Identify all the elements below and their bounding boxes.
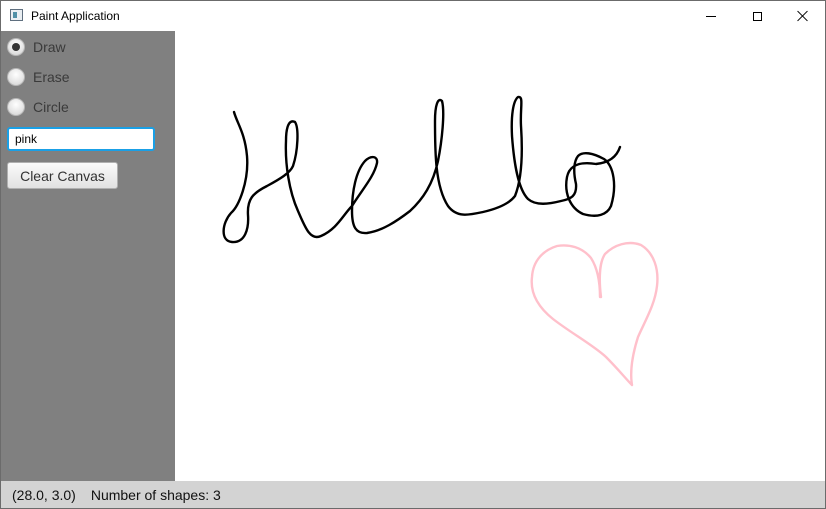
cursor-coordinates: (28.0, 3.0): [12, 486, 76, 503]
radio-label-circle[interactable]: Circle: [33, 99, 69, 115]
close-button[interactable]: [780, 1, 825, 31]
shape-count: Number of shapes: 3: [90, 486, 221, 503]
minimize-button[interactable]: [688, 1, 734, 31]
radio-label-erase[interactable]: Erase: [33, 69, 70, 85]
title-bar[interactable]: Paint Application: [1, 1, 825, 31]
window-title: Paint Application: [31, 9, 120, 23]
app-window: Paint Application Draw Erase Circle Clea…: [0, 0, 826, 509]
radio-erase[interactable]: Erase: [7, 67, 70, 87]
canvas-drawing: [222, 95, 659, 387]
minimize-icon: [706, 15, 716, 17]
heart-stroke: [530, 241, 659, 387]
radio-selected-dot: [12, 43, 20, 51]
radio-button-icon[interactable]: [7, 38, 25, 56]
radio-button-icon[interactable]: [7, 98, 25, 116]
app-icon: [10, 9, 23, 21]
hello-stroke: [222, 95, 622, 244]
close-icon: [797, 10, 809, 22]
radio-circle[interactable]: Circle: [7, 97, 69, 117]
status-bar: (28.0, 3.0) Number of shapes: 3: [1, 481, 825, 508]
clear-canvas-button[interactable]: Clear Canvas: [7, 162, 118, 189]
color-input[interactable]: [7, 127, 155, 151]
radio-draw[interactable]: Draw: [7, 37, 66, 57]
maximize-button[interactable]: [734, 1, 780, 31]
radio-label-draw[interactable]: Draw: [33, 39, 66, 55]
maximize-icon: [752, 11, 762, 21]
tool-sidebar: Draw Erase Circle Clear Canvas: [1, 31, 175, 481]
drawing-canvas[interactable]: [175, 31, 825, 481]
radio-button-icon[interactable]: [7, 68, 25, 86]
